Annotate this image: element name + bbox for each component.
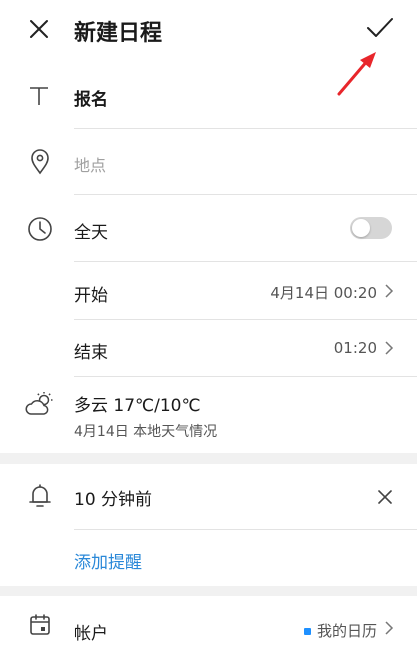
weather-row: 多云 17℃/10℃ 4月14日 本地天气情况: [0, 377, 417, 453]
location-input[interactable]: 地点: [74, 152, 106, 176]
start-row[interactable]: 开始 4月14日 00:20: [0, 262, 417, 319]
start-value: 4月14日 00:20: [270, 284, 377, 302]
chevron-right-icon: [384, 340, 394, 356]
end-label: 结束: [74, 343, 108, 363]
chevron-right-icon: [384, 620, 394, 636]
all-day-label: 全天: [74, 223, 108, 243]
close-icon[interactable]: [28, 18, 50, 40]
divider: [74, 529, 417, 530]
account-row[interactable]: 帐户 我的日历: [0, 596, 417, 655]
check-icon[interactable]: [366, 16, 394, 40]
account-section: 帐户 我的日历: [0, 596, 417, 655]
reminder-section: 10 分钟前 添加提醒: [0, 464, 417, 586]
end-row[interactable]: 结束 01:20: [0, 320, 417, 376]
all-day-toggle[interactable]: [350, 217, 392, 239]
annotation-arrow: [334, 50, 380, 98]
add-reminder-link[interactable]: 添加提醒: [74, 548, 142, 573]
location-row[interactable]: 地点: [0, 129, 417, 194]
calendar-icon: [29, 614, 51, 636]
remove-reminder-icon[interactable]: [377, 489, 393, 505]
event-title-input[interactable]: 报名: [74, 85, 108, 110]
event-form-section: 新建日程 报名 地点 全天 开始 4月14日 00:20 结束 01:20 多云…: [0, 0, 417, 453]
reminder-row[interactable]: 10 分钟前: [0, 464, 417, 529]
toggle-knob: [352, 219, 370, 237]
text-icon: [28, 85, 50, 107]
weather-detail: 4月14日 本地天气情况: [74, 424, 218, 440]
location-pin-icon: [30, 149, 50, 175]
account-calendar-name: 我的日历: [316, 622, 377, 640]
end-value: 01:20: [333, 339, 377, 357]
reminder-item: 10 分钟前: [74, 490, 153, 510]
partly-cloudy-icon: [25, 391, 55, 417]
start-label: 开始: [74, 286, 108, 306]
all-day-row[interactable]: 全天: [0, 195, 417, 261]
chevron-right-icon: [384, 283, 394, 299]
account-value: 我的日历: [303, 620, 377, 641]
page-title: 新建日程: [74, 21, 163, 46]
weather-summary: 多云 17℃/10℃: [74, 396, 201, 416]
clock-icon: [27, 216, 53, 242]
account-label: 帐户: [74, 624, 108, 644]
bell-icon: [29, 483, 51, 509]
calendar-color-dot: [303, 628, 311, 635]
